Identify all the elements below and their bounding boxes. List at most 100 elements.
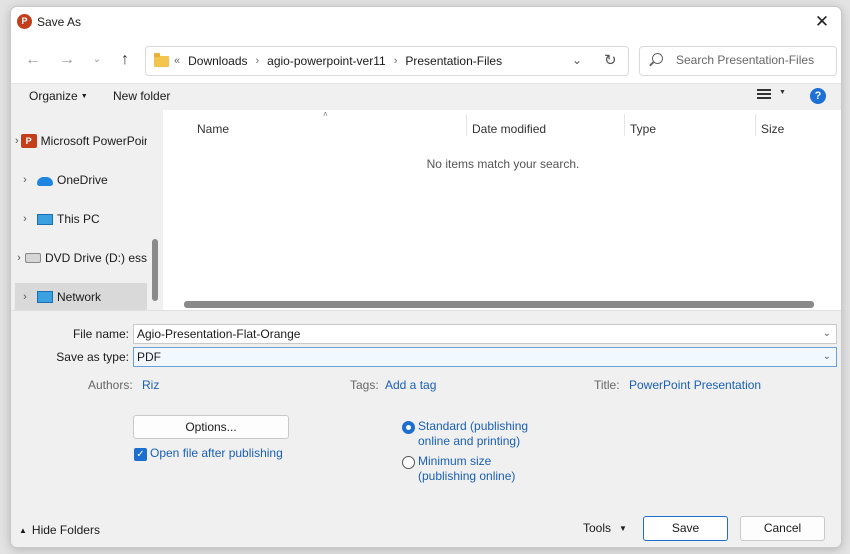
caret-down-icon: ▼ — [80, 93, 88, 100]
minimum-size-radio-label[interactable]: Minimum size (publishing online) — [418, 454, 515, 484]
breadcrumb-presentation-files[interactable]: Presentation-Files — [405, 54, 502, 68]
navigation-bar: ← → ⌄ ↑ « Downloads › agio-powerpoint-ve… — [11, 37, 841, 83]
window-title: Save As — [37, 15, 82, 29]
view-options-icon[interactable] — [757, 89, 771, 101]
close-icon[interactable]: ✕ — [811, 11, 833, 33]
help-icon[interactable]: ? — [810, 88, 826, 104]
file-name-field[interactable]: Agio-Presentation-Flat-Orange ⌄ — [133, 324, 837, 344]
open-after-publishing-checkbox[interactable]: ✓ — [134, 448, 147, 461]
save-button[interactable]: Save — [643, 516, 728, 541]
sidebar-scrollbar[interactable] — [151, 114, 159, 306]
network-icon — [37, 291, 53, 303]
open-after-publishing-label[interactable]: Open file after publishing — [150, 446, 283, 460]
sort-ascending-icon: ˄ — [323, 110, 328, 119]
standard-radio-label[interactable]: Standard (publishing online and printing… — [418, 419, 528, 449]
breadcrumb-agio-powerpoint[interactable]: agio-powerpoint-ver11 — [267, 54, 386, 68]
caret-up-icon: ▲ — [19, 526, 27, 535]
folder-icon — [154, 53, 169, 67]
chevron-down-icon[interactable]: ⌄ — [823, 325, 831, 343]
minimum-size-radio-line1: Minimum size — [418, 454, 492, 468]
chevron-down-icon[interactable]: ⌄ — [85, 48, 109, 72]
sidebar-scroll-thumb[interactable] — [152, 239, 158, 301]
minimum-size-radio[interactable] — [402, 456, 415, 469]
column-header-date-modified[interactable]: Date modified — [472, 122, 546, 136]
search-input[interactable] — [676, 53, 831, 67]
authors-label: Authors: — [88, 378, 133, 392]
standard-radio-line2: online and printing) — [418, 434, 521, 448]
search-icon — [652, 53, 663, 64]
standard-radio[interactable] — [402, 421, 415, 434]
save-as-type-select[interactable]: PDF ⌄ — [133, 347, 837, 367]
title-label: Title: — [594, 378, 620, 392]
chevron-right-icon[interactable]: › — [15, 213, 35, 225]
empty-results-message: No items match your search. — [426, 157, 580, 171]
view-caret-icon[interactable]: ▼ — [779, 89, 786, 96]
sidebar-item-label: OneDrive — [57, 173, 108, 187]
column-header-name[interactable]: Name — [197, 122, 229, 136]
this-pc-icon — [37, 213, 53, 225]
address-dropdown-icon[interactable]: ⌄ — [572, 53, 582, 67]
hide-folders-label: Hide Folders — [31, 523, 100, 537]
sidebar-item-onedrive[interactable]: › OneDrive — [15, 166, 147, 194]
options-button[interactable]: Options... — [133, 415, 289, 439]
file-name-label: File name: — [72, 327, 129, 341]
column-divider[interactable] — [755, 114, 756, 136]
address-bar[interactable]: « Downloads › agio-powerpoint-ver11 › Pr… — [145, 46, 629, 76]
file-list: ˄ Name Date modified Type Size No items … — [163, 110, 841, 310]
dvd-drive-icon — [24, 253, 41, 263]
sidebar-item-dvd-drive[interactable]: › DVD Drive (D:) ess — [15, 244, 147, 272]
column-divider[interactable] — [466, 114, 467, 136]
organize-label: Organize — [29, 89, 78, 103]
powerpoint-icon: P — [20, 134, 37, 148]
chevron-right-icon[interactable]: › — [15, 252, 23, 264]
arrow-right-icon[interactable]: → — [55, 48, 79, 72]
navigation-pane: › P Microsoft PowerPoint › OneDrive › Th… — [11, 110, 163, 311]
sidebar-item-this-pc[interactable]: › This PC — [15, 205, 147, 233]
tags-label: Tags: — [350, 378, 379, 392]
command-bar: Organize ▼ New folder ▼ ? — [11, 83, 841, 110]
file-list-scroll-thumb[interactable] — [184, 301, 814, 308]
file-list-scrollbar[interactable] — [183, 299, 823, 309]
title-value[interactable]: PowerPoint Presentation — [629, 378, 761, 392]
authors-value[interactable]: Riz — [142, 378, 159, 392]
minimum-size-radio-line2: (publishing online) — [418, 469, 516, 483]
save-options-panel: File name: Agio-Presentation-Flat-Orange… — [11, 310, 841, 547]
title-bar: P Save As ✕ — [11, 7, 841, 37]
powerpoint-app-icon: P — [17, 14, 32, 29]
breadcrumb: « Downloads › agio-powerpoint-ver11 › Pr… — [174, 54, 502, 68]
chevron-right-icon[interactable]: › — [256, 55, 260, 67]
sidebar-item-label: This PC — [57, 212, 100, 226]
onedrive-icon — [37, 177, 53, 186]
chevron-right-icon[interactable]: › — [15, 174, 35, 186]
hide-folders-button[interactable]: ▲ Hide Folders — [19, 523, 100, 537]
chevron-right-icon[interactable]: › — [15, 291, 35, 303]
column-header-size[interactable]: Size — [761, 122, 784, 136]
sidebar-item-label: Network — [57, 290, 102, 304]
refresh-icon[interactable]: ↻ — [604, 51, 617, 69]
tools-menu[interactable]: Tools ▼ — [583, 521, 627, 535]
save-as-dialog: P Save As ✕ ← → ⌄ ↑ « Downloads › agio-p… — [10, 6, 842, 548]
caret-down-icon: ▼ — [619, 524, 627, 533]
tools-label: Tools — [583, 521, 612, 535]
tags-value[interactable]: Add a tag — [385, 378, 436, 392]
column-header-type[interactable]: Type — [630, 122, 656, 136]
arrow-left-icon[interactable]: ← — [21, 48, 45, 72]
breadcrumb-overflow[interactable]: « — [174, 55, 180, 67]
chevron-down-icon[interactable]: ⌄ — [823, 348, 831, 366]
new-folder-button[interactable]: New folder — [113, 89, 170, 103]
standard-radio-line1: Standard (publishing — [418, 419, 529, 433]
chevron-right-icon[interactable]: › — [15, 135, 19, 147]
organize-menu[interactable]: Organize ▼ — [29, 89, 88, 103]
file-name-value[interactable]: Agio-Presentation-Flat-Orange — [137, 327, 300, 341]
breadcrumb-downloads[interactable]: Downloads — [188, 54, 247, 68]
cancel-button[interactable]: Cancel — [740, 516, 825, 541]
column-divider[interactable] — [624, 114, 625, 136]
sidebar-item-label: Microsoft PowerPoint — [40, 134, 147, 148]
chevron-right-icon[interactable]: › — [394, 55, 398, 67]
search-box[interactable] — [639, 46, 837, 76]
save-as-type-value[interactable]: PDF — [137, 350, 161, 364]
sidebar-item-powerpoint[interactable]: › P Microsoft PowerPoint — [15, 127, 147, 155]
arrow-up-icon[interactable]: ↑ — [113, 48, 137, 72]
sidebar-item-network[interactable]: › Network — [15, 283, 147, 311]
save-as-type-label: Save as type: — [56, 350, 129, 364]
